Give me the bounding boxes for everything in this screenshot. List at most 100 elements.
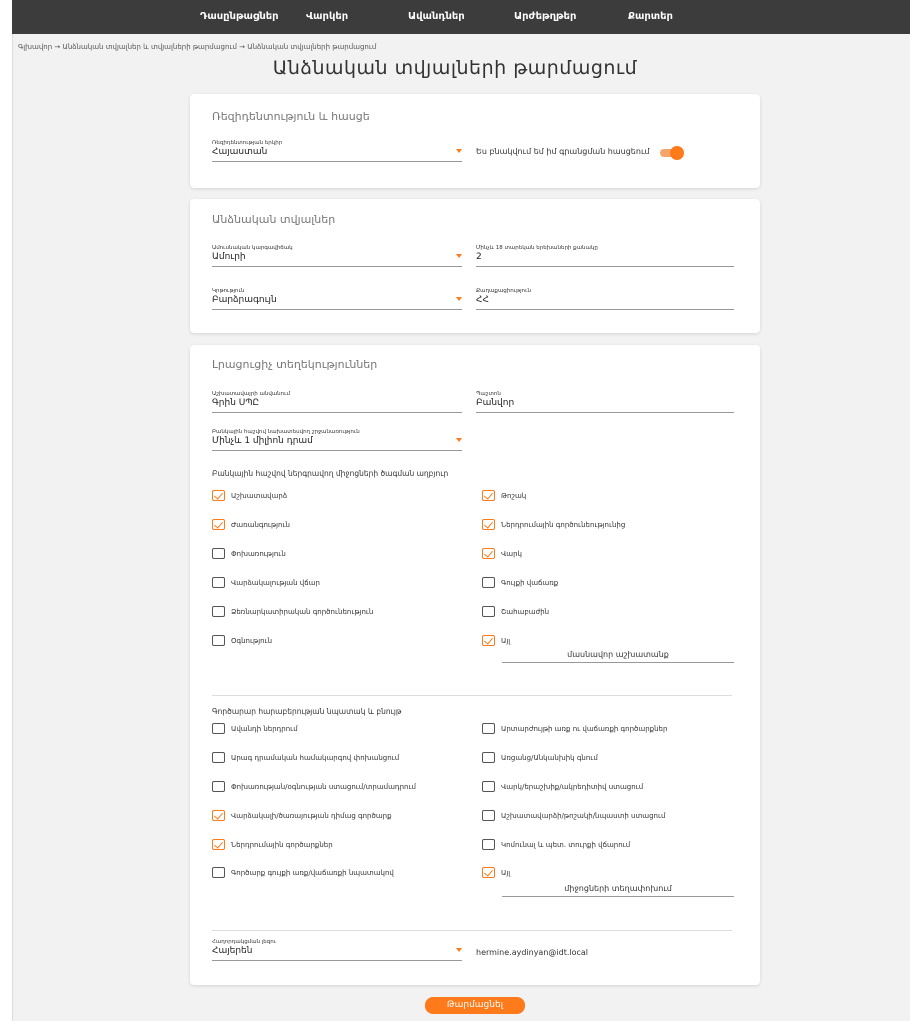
- breadcrumb[interactable]: Գլխավոր → Անձնական տվյալներ և տվյալների …: [18, 43, 376, 51]
- checkbox-icon: [212, 606, 225, 617]
- funds-checkbox-business[interactable]: Ձեռնարկատիրական գործունեություն: [212, 606, 373, 617]
- employer-value: Գրին ՍՊԸ: [212, 398, 260, 408]
- citizenship-field[interactable]: Քաղաքացիություն ՀՀ: [476, 288, 734, 310]
- update-button[interactable]: Թարմացնել: [425, 997, 525, 1014]
- additional-info-card: Լրացուցիչ տեղեկություններ Աշխատավայրի ան…: [190, 345, 760, 985]
- nav-item-deposits[interactable]: Ավանդներ: [408, 0, 465, 34]
- checkbox-icon: [212, 723, 225, 734]
- purpose-checkbox-credit-guarantee[interactable]: Վարկ/երաշխիք/ակրեդիտիվ ստացում: [482, 781, 643, 792]
- turnover-select[interactable]: Բանկային հաշվով նախատեսվող շրջանառությու…: [212, 429, 462, 451]
- funds-checkbox-other[interactable]: Այլ: [482, 635, 510, 646]
- checkbox-icon: [212, 548, 225, 559]
- language-value: Հայերեն: [212, 946, 253, 956]
- checkbox-icon: [482, 490, 495, 501]
- language-label: Հաղորդակցման լեզու: [212, 939, 277, 945]
- funds-checkbox-dividend[interactable]: Շահաբաժին: [482, 606, 549, 617]
- funds-checkbox-investment[interactable]: Ներդրումային գործունեությունից: [482, 519, 625, 530]
- chevron-down-icon: [456, 948, 462, 952]
- chevron-down-icon: [456, 149, 462, 153]
- personal-data-card-title: Անձնական տվյալներ: [212, 213, 336, 226]
- residency-value: Հայաստան: [212, 147, 268, 157]
- purpose-question: Գործարար հարաբերության նպատակ և բնույթ: [212, 707, 402, 716]
- citizenship-label: Քաղաքացիություն: [476, 288, 531, 294]
- residency-label: Ռեզիդենտության երկիր: [212, 140, 283, 146]
- checkbox-icon: [212, 490, 225, 501]
- position-field[interactable]: Պաշտոն Բանվոր: [476, 391, 734, 413]
- section-divider: [212, 930, 732, 931]
- turnover-value: Մինչև 1 միլիոն դրամ: [212, 436, 313, 446]
- employer-field[interactable]: Աշխատավայրի անվանում Գրին ՍՊԸ: [212, 391, 462, 413]
- citizenship-value: ՀՀ: [476, 295, 489, 305]
- checkbox-icon: [212, 781, 225, 792]
- email-value: hermine.aydinyan@idt.local: [476, 948, 589, 957]
- children-count-label: Մինչև 18 տարեկան երեխաների քանակը: [476, 245, 598, 251]
- position-label: Պաշտոն: [476, 391, 501, 397]
- checkbox-icon: [482, 548, 495, 559]
- toggle-knob: [670, 146, 684, 160]
- marital-status-value: Ամուրի: [212, 252, 246, 262]
- marital-status-label: Ամուսնական կարգավիճակ: [212, 245, 293, 251]
- checkbox-icon: [212, 752, 225, 763]
- funds-source-question: Բանկային հաշվով ներգրավող միջոցների ծագմ…: [212, 469, 449, 478]
- purpose-checkbox-borrowing[interactable]: Փոխառության/օգնության ստացում/տրամադրում: [212, 781, 416, 792]
- residency-card: Ռեզիդենտություն և հասցե Ռեզիդենտության ե…: [190, 94, 760, 188]
- purpose-checkbox-fx[interactable]: Արտարժույթի առք ու վաճառքի գործարքներ: [482, 723, 667, 734]
- employer-label: Աշխատավայրի անվանում: [212, 391, 291, 397]
- checkbox-icon: [482, 867, 495, 878]
- children-count-field[interactable]: Մինչև 18 տարեկան երեխաների քանակը 2: [476, 245, 734, 267]
- education-value: Բարձրագույն: [212, 295, 277, 305]
- marital-status-select[interactable]: Ամուսնական կարգավիճակ Ամուրի: [212, 245, 462, 267]
- checkbox-icon: [482, 723, 495, 734]
- additional-info-card-title: Լրացուցիչ տեղեկություններ: [212, 358, 378, 371]
- address-toggle-label: Ես բնակվում եմ իմ գրանցման հասցեում: [476, 147, 650, 156]
- checkbox-icon: [482, 519, 495, 530]
- language-select[interactable]: Հաղորդակցման լեզու Հայերեն: [212, 939, 462, 961]
- purpose-checkbox-investment[interactable]: Ներդրումային գործարքներ: [212, 839, 333, 850]
- chevron-down-icon: [456, 438, 462, 442]
- education-select[interactable]: Կրթություն Բարձրագույն: [212, 288, 462, 310]
- purpose-checkbox-online-purchase[interactable]: Առցանց/Անկանխիկ գնում: [482, 752, 598, 763]
- funds-checkbox-aid[interactable]: Օգնություն: [212, 635, 272, 646]
- chevron-down-icon: [456, 297, 462, 301]
- chevron-down-icon: [456, 254, 462, 258]
- personal-data-card: Անձնական տվյալներ Ամուսնական կարգավիճակ …: [190, 199, 760, 333]
- nav-item-securities[interactable]: Արժեթղթեր: [514, 0, 576, 34]
- nav-item-cards[interactable]: Քարտեր: [628, 0, 673, 34]
- checkbox-icon: [212, 867, 225, 878]
- checkbox-icon: [482, 839, 495, 850]
- purpose-checkbox-rent-service[interactable]: Վարձակալի/ծառայության դիմաց գործարք: [212, 810, 392, 821]
- residency-card-title: Ռեզիդենտություն և հասցե: [212, 110, 370, 123]
- residency-select[interactable]: Ռեզիդենտության երկիր Հայաստան: [212, 140, 462, 162]
- checkbox-icon: [212, 839, 225, 850]
- checkbox-icon: [482, 810, 495, 821]
- turnover-label: Բանկային հաշվով նախատեսվող շրջանառությու…: [212, 429, 360, 435]
- page-title: Անձնական տվյալների թարմացում: [272, 57, 638, 79]
- checkbox-icon: [212, 519, 225, 530]
- address-toggle[interactable]: [660, 146, 684, 160]
- purpose-other-input[interactable]: միջոցների տեղափոխում: [502, 884, 734, 897]
- funds-checkbox-credit[interactable]: Վարկ: [482, 548, 522, 559]
- funds-checkbox-loan-borrowed[interactable]: Փոխառություն: [212, 548, 286, 559]
- checkbox-icon: [482, 752, 495, 763]
- checkbox-icon: [212, 635, 225, 646]
- funds-checkbox-salary[interactable]: Աշխատավարձ: [212, 490, 287, 501]
- purpose-checkbox-utilities[interactable]: Կոմունալ և պետ. տուրքի վճարում: [482, 839, 630, 850]
- funds-checkbox-inheritance[interactable]: Ժառանգություն: [212, 519, 290, 530]
- purpose-checkbox-fast-transfer[interactable]: Արագ դրամական համակարգով փոխանցում: [212, 752, 399, 763]
- purpose-checkbox-other[interactable]: Այլ: [482, 867, 510, 878]
- funds-checkbox-pension[interactable]: Թոշակ: [482, 490, 526, 501]
- funds-checkbox-rent[interactable]: Վարձակալության վճար: [212, 577, 320, 588]
- funds-other-input[interactable]: մասնավոր աշխատանք: [502, 650, 734, 663]
- purpose-checkbox-salary-receipt[interactable]: Աշխատավարձի/թոշակի/նպաստի ստացում: [482, 810, 665, 821]
- checkbox-icon: [212, 577, 225, 588]
- purpose-checkbox-deposit[interactable]: Ավանդի ներդրում: [212, 723, 298, 734]
- checkbox-icon: [482, 577, 495, 588]
- funds-checkbox-property-sale[interactable]: Գույքի վաճառք: [482, 577, 558, 588]
- nav-item-courses[interactable]: Դասընթացներ: [200, 0, 279, 34]
- checkbox-icon: [482, 606, 495, 617]
- purpose-checkbox-property-deal[interactable]: Գործարք գույքի առք/վաճառքի նպատակով: [212, 867, 394, 878]
- checkbox-icon: [212, 810, 225, 821]
- checkbox-icon: [482, 781, 495, 792]
- children-count-value: 2: [476, 252, 482, 262]
- nav-item-loans[interactable]: Վարկեր: [306, 0, 348, 34]
